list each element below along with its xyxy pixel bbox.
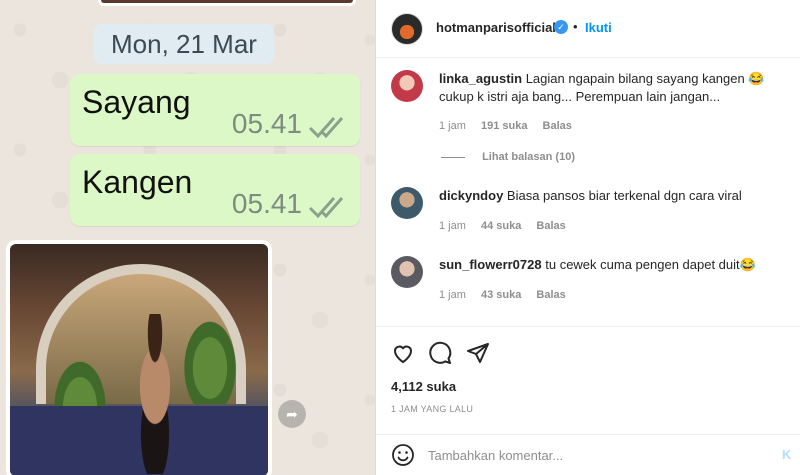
comment-icon[interactable] (428, 341, 452, 365)
photo-person (120, 314, 190, 474)
comment-input[interactable] (428, 443, 768, 467)
message-time: 05.41 (231, 108, 302, 139)
reply-button[interactable]: Balas (536, 220, 565, 232)
comment-body: linka_agustin Lagian ngapain bilang saya… (439, 70, 800, 106)
post-header: hotmanparisofficial ✓ • Ikuti (376, 0, 800, 58)
comment-body: dickyndoy Biasa pansos biar terkenal dgn… (439, 187, 800, 205)
likes-count[interactable]: 4,112 suka (391, 379, 456, 394)
comment-text: tu cewek cuma pengen dapet duit😂 (545, 257, 756, 272)
post-comment-button[interactable]: K (782, 447, 791, 462)
date-separator: Mon, 21 Mar (94, 24, 274, 64)
comment-time: 1 jam (439, 120, 466, 132)
comment-username[interactable]: linka_agustin (439, 71, 522, 86)
separator-dot: • (573, 19, 578, 34)
comment-text: Biasa pansos biar terkenal dgn cara vira… (506, 188, 742, 203)
commenter-avatar[interactable] (391, 256, 423, 288)
reply-button[interactable]: Balas (543, 120, 572, 132)
follow-button[interactable]: Ikuti (585, 20, 612, 35)
add-comment-bar: K (376, 434, 800, 475)
verified-badge-icon: ✓ (554, 20, 568, 34)
comment-body: sun_flowerr0728 tu cewek cuma pengen dap… (439, 256, 800, 274)
message-text: Kangen (82, 164, 193, 200)
reply-button[interactable]: Balas (536, 289, 565, 301)
share-icon[interactable] (466, 341, 490, 365)
comment-time: 1 jam (439, 220, 466, 232)
comment-username[interactable]: sun_flowerr0728 (439, 257, 542, 272)
view-replies-label: Lihat balasan (10) (482, 151, 575, 163)
message-text: Sayang (82, 84, 191, 120)
previous-image-edge (98, 0, 356, 6)
double-check-icon (308, 117, 344, 139)
comment-likes[interactable]: 44 suka (481, 220, 521, 232)
view-replies-button[interactable]: Lihat balasan (10) (441, 151, 575, 163)
comment-time: 1 jam (439, 289, 466, 301)
comment-likes[interactable]: 191 suka (481, 120, 527, 132)
chat-screenshot: Mon, 21 Mar Sayang 05.41 Kangen 05.41 ➦ (0, 0, 375, 475)
double-check-icon (308, 197, 344, 219)
commenter-avatar[interactable] (391, 187, 423, 219)
comment-username[interactable]: dickyndoy (439, 188, 503, 203)
emoji-icon[interactable] (391, 443, 415, 467)
replies-line (441, 156, 465, 158)
comment-meta: 1 jam 191 suka Balas (439, 120, 584, 132)
heart-icon[interactable] (391, 341, 415, 365)
post-actions: 4,112 suka 1 JAM YANG LALU (376, 326, 800, 434)
post-time: 1 JAM YANG LALU (391, 404, 474, 414)
comment-likes[interactable]: 43 suka (481, 289, 521, 301)
comment-meta: 1 jam 44 suka Balas (439, 220, 578, 232)
message-bubble: Kangen 05.41 (70, 154, 360, 226)
owner-username[interactable]: hotmanparisofficial (436, 20, 556, 35)
photo-message (6, 240, 272, 475)
forward-icon[interactable]: ➦ (278, 400, 306, 428)
owner-avatar[interactable] (391, 13, 423, 45)
message-bubble: Sayang 05.41 (70, 74, 360, 146)
message-time: 05.41 (231, 188, 302, 219)
commenter-avatar[interactable] (391, 70, 423, 102)
comment-meta: 1 jam 43 suka Balas (439, 289, 578, 301)
instagram-panel: hotmanparisofficial ✓ • Ikuti linka_agus… (375, 0, 800, 475)
photo (10, 244, 268, 475)
